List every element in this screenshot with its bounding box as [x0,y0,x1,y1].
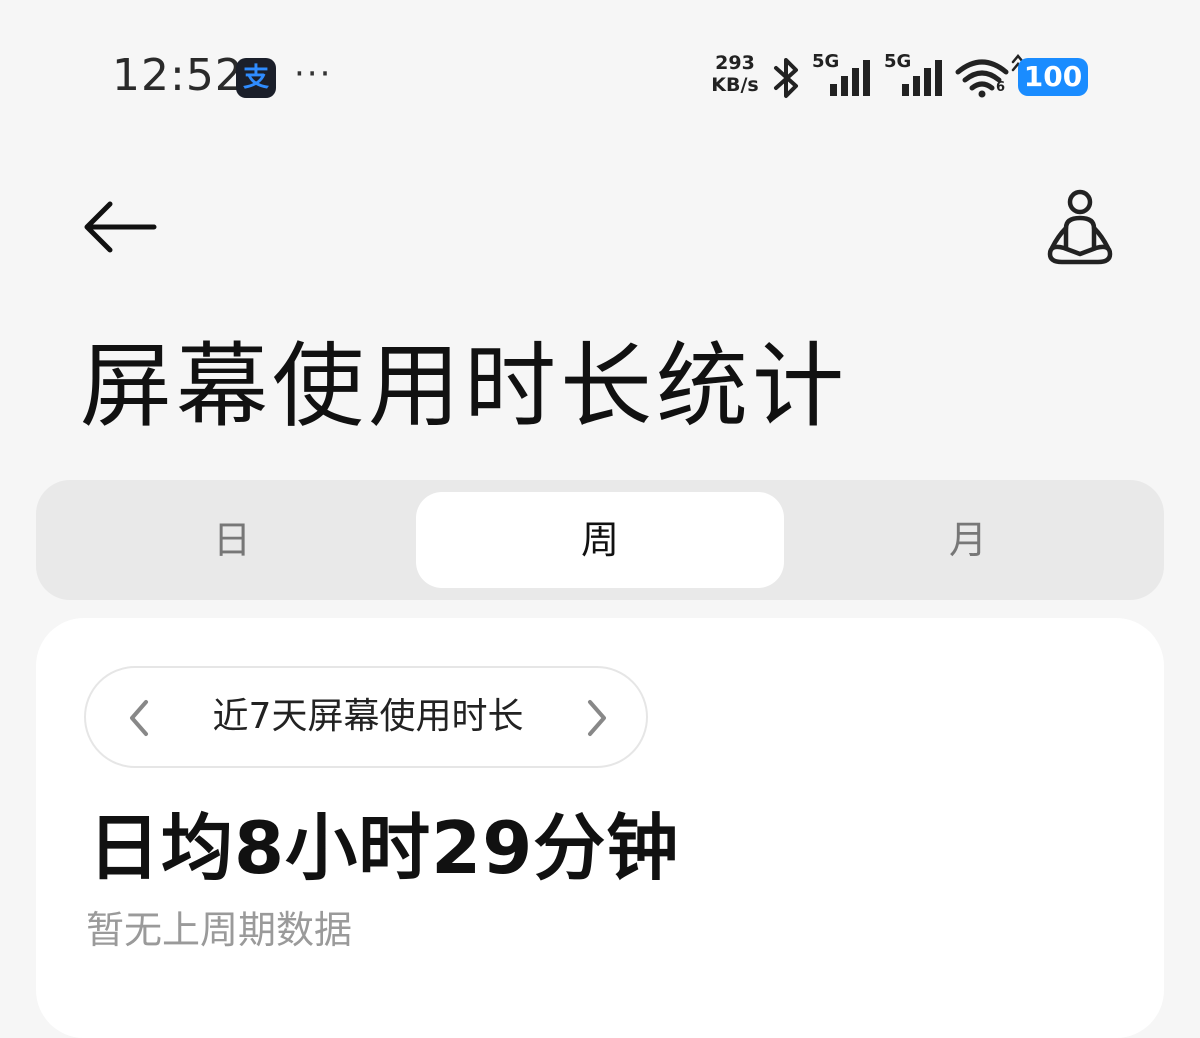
daily-average-usage: 日均8小时29分钟 [88,806,680,890]
date-range-selector: 近7天屏幕使用时长 [84,666,648,768]
battery-icon: 100 [1018,58,1088,96]
signal-icon [830,60,870,96]
signal-icon [902,60,942,96]
more-notifications-indicator: ··· [294,54,333,94]
network-speed-value: 293 [715,52,755,74]
network-speed: 293 KB/s [708,52,762,96]
date-range-label: 近7天屏幕使用时长 [212,696,524,737]
alipay-notification-icon: 支 [236,58,276,98]
page-title: 屏幕使用时长统计 [80,333,849,440]
chevron-right-icon [588,700,606,736]
period-tabs: 日 周 月 [36,480,1164,600]
next-range-button[interactable] [574,694,618,742]
meditation-button[interactable] [1044,188,1116,268]
previous-range-button[interactable] [118,694,162,742]
tab-week[interactable]: 周 [416,492,784,588]
bluetooth-icon [774,58,798,98]
tab-day[interactable]: 日 [48,492,416,588]
tab-month[interactable]: 月 [784,492,1152,588]
usage-summary-card: 近7天屏幕使用时长 日均8小时29分钟 暂无上周期数据 [36,618,1164,1038]
back-button[interactable] [80,194,160,260]
status-time: 12:52 [112,50,244,101]
wifi-standard-badge: 6 [996,80,1006,95]
arrow-left-icon [84,201,157,253]
sim2-signal: 5G [884,52,946,98]
comparison-note: 暂无上周期数据 [86,908,353,952]
chevron-left-icon [130,700,148,736]
meditation-icon [1047,189,1113,265]
sim1-signal: 5G [812,52,874,98]
status-bar: 12:52 支 ··· 293 KB/s 5G 5G 6 100 [0,0,1200,150]
network-speed-unit: KB/s [711,74,759,96]
